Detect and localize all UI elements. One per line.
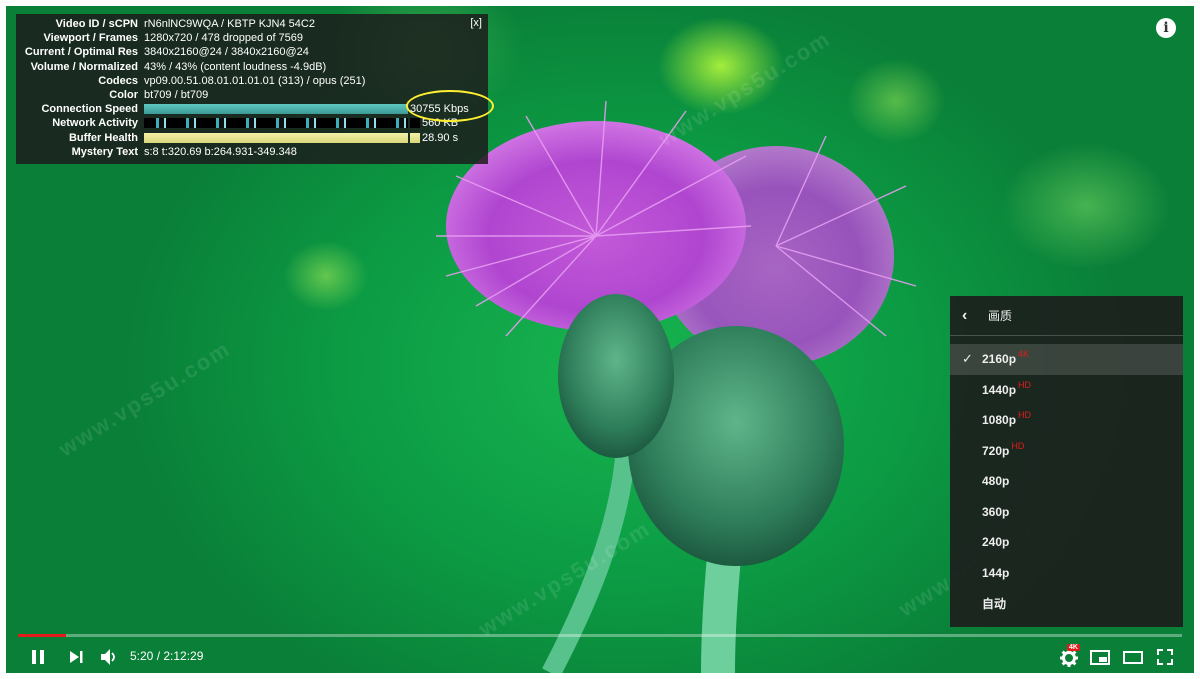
check-icon: ✓	[962, 351, 973, 367]
quality-option-label: 480p	[982, 474, 1010, 489]
stats-label: Buffer Health	[68, 131, 138, 144]
stats-label: Connection Speed	[41, 103, 138, 116]
quality-option-label: 360p	[982, 504, 1010, 519]
quality-badge: 4K	[1067, 644, 1080, 651]
stats-label: Video ID / sCPN	[55, 18, 138, 30]
stats-row: Current / Optimal Res 3840x2160@24 / 3840…	[22, 45, 482, 59]
network-activity-bar	[410, 118, 420, 129]
pause-icon[interactable]	[30, 649, 46, 665]
quality-option[interactable]: 144p	[950, 558, 1183, 589]
next-icon[interactable]	[68, 649, 84, 665]
quality-option-label: 自动	[982, 596, 1007, 611]
quality-option[interactable]: 360p	[950, 497, 1183, 528]
control-bar: 5:20 / 2:12:29 4K	[6, 640, 1194, 673]
quality-option[interactable]: ✓ 2160p 4K	[950, 344, 1183, 375]
miniplayer-icon[interactable]	[1090, 650, 1110, 665]
stats-label: Viewport / Frames	[43, 32, 138, 45]
stats-label: Color	[109, 88, 138, 101]
quality-list: ✓ 2160p 4K 1440p HD 1080p HD 720p HD 480p 360p 240p…	[950, 336, 1183, 619]
quality-option-label: 720p	[982, 443, 1010, 458]
quality-option-label: 240p	[982, 535, 1010, 550]
buffer-health-bar	[144, 132, 408, 143]
progress-played	[18, 634, 66, 637]
stats-row: Video ID / sCPN rN6nlNC9WQA / KBTP KJN4 5…	[22, 17, 482, 31]
quality-option-badge: 4K	[1018, 349, 1030, 360]
annotation-circle	[406, 90, 494, 122]
settings-gear-icon[interactable]	[1060, 649, 1078, 667]
quality-option-label: 2160p	[982, 352, 1017, 367]
fullscreen-icon[interactable]	[1157, 649, 1173, 665]
chevron-left-icon[interactable]: ‹	[962, 307, 980, 325]
time-display: 5:20 / 2:12:29	[130, 649, 204, 663]
stats-row: Network Activity 560 KB	[22, 116, 482, 130]
connection-speed-bar	[144, 104, 408, 115]
quality-option[interactable]: 1440p HD	[950, 375, 1183, 406]
stats-row: Mystery Text s:8 t:320.69 b:264.931-349.3…	[22, 145, 482, 159]
quality-menu: ‹ 画质 ✓ 2160p 4K 1440p HD 1080p HD 720p HD 480p 360…	[950, 296, 1183, 627]
quality-option-badge: HD	[1011, 440, 1025, 451]
quality-option-badge: HD	[1018, 379, 1032, 390]
stats-label: Codecs	[98, 74, 138, 87]
quality-option[interactable]: 1080p HD	[950, 405, 1183, 436]
stats-value: 1280x720 / 478 dropped of 7569	[144, 32, 304, 45]
quality-menu-title: 画质	[988, 309, 1013, 323]
quality-menu-header[interactable]: ‹ 画质	[950, 296, 1183, 336]
quality-option[interactable]: 480p	[950, 466, 1183, 497]
theater-mode-icon[interactable]	[1123, 651, 1143, 664]
volume-icon[interactable]	[100, 648, 118, 666]
quality-option-label: 144p	[982, 565, 1010, 580]
buffer-health-bar	[410, 132, 420, 143]
stats-value: 43% / 43% (content loudness -4.9dB)	[144, 60, 327, 73]
quality-option[interactable]: 自动	[950, 588, 1183, 619]
progress-bar[interactable]	[18, 634, 1182, 637]
stats-value: s:8 t:320.69 b:264.931-349.348	[144, 145, 297, 158]
stats-label: Network Activity	[52, 117, 138, 130]
stats-label: Current / Optimal Res	[24, 46, 138, 59]
quality-option-label: 1080p	[982, 413, 1017, 428]
stats-value: 3840x2160@24 / 3840x2160@24	[144, 46, 309, 59]
stats-row: Volume / Normalized 43% / 43% (content lo…	[22, 60, 482, 74]
quality-option-badge: HD	[1018, 410, 1032, 421]
stats-for-nerds-panel: [x] Video ID / sCPN rN6nlNC9WQA / KBTP KJ…	[16, 14, 488, 164]
stats-label: Mystery Text	[71, 145, 138, 158]
quality-option[interactable]: 240p	[950, 527, 1183, 558]
quality-option[interactable]: 720p HD	[950, 436, 1183, 467]
stats-value: vp09.00.51.08.01.01.01.01 (313) / opus (…	[144, 74, 366, 87]
stats-label: Volume / Normalized	[30, 60, 138, 73]
info-icon[interactable]: i	[1156, 18, 1176, 38]
stats-row: Buffer Health 28.90 s	[22, 131, 482, 145]
stats-value: 28.90 s	[422, 131, 459, 144]
stats-row: Codecs vp09.00.51.08.01.01.01.01 (313) / …	[22, 74, 482, 88]
stats-row: Viewport / Frames 1280x720 / 478 dropped …	[22, 31, 482, 45]
network-activity-bar	[144, 118, 408, 129]
stats-value: rN6nlNC9WQA / KBTP KJN4 54C2	[144, 18, 315, 30]
quality-option-label: 1440p	[982, 382, 1017, 397]
stats-close-button[interactable]: [x]	[470, 17, 482, 29]
video-player[interactable]: www.vps5u.com www.vps5u.com www.vps5u.co…	[6, 6, 1194, 673]
